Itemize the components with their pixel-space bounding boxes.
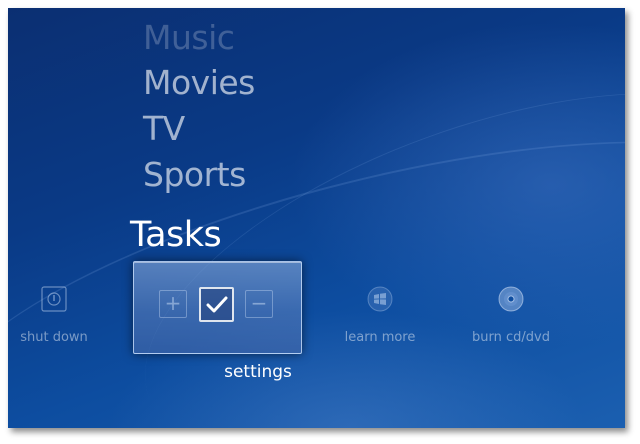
menu-item-tv[interactable]: TV: [143, 112, 185, 145]
minus-icon: −: [245, 290, 273, 318]
power-icon: [41, 286, 67, 312]
menu-item-movies[interactable]: Movies: [143, 66, 255, 99]
plus-icon: +: [159, 290, 187, 318]
task-settings-tile[interactable]: + −: [133, 261, 302, 354]
disc-icon: [498, 286, 524, 312]
task-burn-cd-dvd[interactable]: burn cd/dvd: [451, 286, 571, 345]
task-learn-more[interactable]: learn more: [320, 286, 440, 345]
task-shut-down[interactable]: shut down: [8, 286, 114, 345]
task-settings-label: settings: [224, 362, 292, 382]
menu-item-sports[interactable]: Sports: [143, 158, 246, 191]
task-label: learn more: [344, 330, 416, 345]
menu-item-tasks[interactable]: Tasks: [130, 218, 222, 253]
menu-item-music[interactable]: Music: [143, 21, 235, 54]
checkmark-icon: [199, 287, 234, 322]
task-label: burn cd/dvd: [472, 330, 550, 345]
task-label: shut down: [20, 330, 88, 345]
media-center-screen: Music Movies TV Sports Tasks shut down l…: [8, 8, 625, 428]
windows-logo-icon: [367, 286, 393, 312]
